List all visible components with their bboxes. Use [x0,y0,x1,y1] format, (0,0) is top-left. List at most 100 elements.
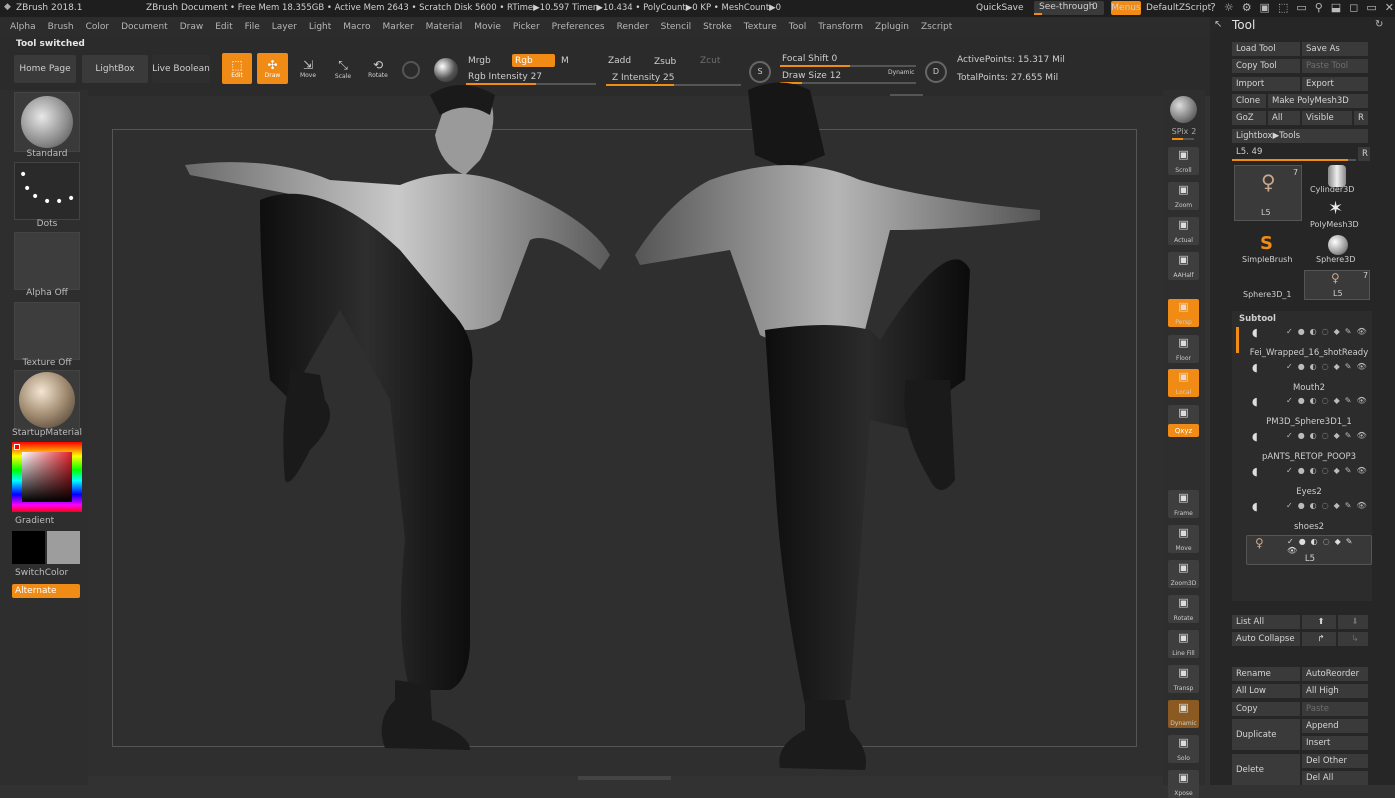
main-color-swatch[interactable] [12,531,45,564]
switch-color-button[interactable]: SwitchColor [15,568,89,578]
spix-control[interactable]: SPix 2 [1163,127,1205,136]
menu-macro[interactable]: Macro [343,22,370,32]
del-all-button[interactable]: Del All [1302,771,1368,785]
arrow-down-button[interactable]: ⬇ [1338,615,1368,629]
material-sphere-icon[interactable] [434,58,458,82]
subtool-toggle-icons[interactable]: ✓●◐◌◆✎👁 [1286,362,1372,371]
zadd-button[interactable]: Zadd [608,56,631,66]
menus-button[interactable]: Menus [1111,1,1141,15]
subtool-toggle-icons[interactable]: ✓●◐◌◆✎👁 [1286,431,1372,440]
palette-refresh-icon[interactable]: ↻ [1375,19,1383,30]
lightbox-button[interactable]: LightBox [82,55,148,83]
shelf-zoom-button[interactable]: ▣ Zoom [1168,182,1199,210]
menu-edit[interactable]: Edit [215,22,232,32]
menu-draw[interactable]: Draw [180,22,204,32]
stroke-thumbnail[interactable]: • • • • • • [14,162,80,220]
tool-slider[interactable] [1232,159,1356,161]
spix-slider[interactable] [1172,138,1194,140]
see-through-slider[interactable]: See-through 0 [1034,1,1104,15]
focal-shift-slider[interactable] [780,65,916,67]
shelf-zoom3d-button[interactable]: ▣ Zoom3D [1168,560,1199,588]
bottom-tray-handle[interactable] [578,776,671,780]
menu-brush[interactable]: Brush [48,22,74,32]
rgb-button[interactable]: Rgb [512,54,555,67]
shelf-scroll-button[interactable]: ▣ Scroll [1168,147,1199,175]
quicksave-button[interactable]: QuickSave [976,3,1024,13]
menu-picker[interactable]: Picker [513,22,540,32]
subtool-name[interactable]: pANTS_RETOP_POOP3 [1246,452,1372,462]
m-button[interactable]: M [561,56,569,66]
subtool-row[interactable]: ◖ ✓●◐◌◆✎👁 [1246,395,1372,410]
insert-button[interactable]: Insert [1302,736,1368,750]
bpr-render-icon[interactable] [1170,96,1197,123]
alternate-button[interactable]: Alternate [12,584,80,598]
subtool-name[interactable]: Mouth2 [1246,383,1372,393]
menu-color[interactable]: Color [86,22,110,32]
shelf-frame-button[interactable]: ▣ Frame [1168,490,1199,518]
shelf-transp-button[interactable]: ▣ Transp [1168,665,1199,693]
auto-collapse-button[interactable]: Auto Collapse [1232,632,1300,646]
subtool-toggle-icons[interactable]: ✓●◐◌◆✎👁 [1287,537,1371,555]
all-low-button[interactable]: All Low [1232,684,1300,698]
duplicate-button[interactable]: Duplicate [1232,719,1300,750]
menu-material[interactable]: Material [426,22,463,32]
shelf-floor-button[interactable]: ▣ Floor [1168,335,1199,363]
subtool-toggle-icons[interactable]: ✓●◐◌◆✎👁 [1286,466,1372,475]
tool-thumb-polymesh[interactable]: ✶ PolyMesh3D [1306,198,1368,234]
menu-render[interactable]: Render [617,22,649,32]
menu-alpha[interactable]: Alpha [10,22,36,32]
shelf-solo-button[interactable]: ▣ Solo [1168,735,1199,763]
menu-transform[interactable]: Transform [818,22,863,32]
copy-button[interactable]: Copy [1232,702,1300,716]
subtool-toggle-icons[interactable]: ✓●◐◌◆✎👁 [1286,327,1372,336]
texture-thumbnail[interactable] [14,302,80,360]
shelf-aahalf-button[interactable]: ▣ AAHalf [1168,252,1199,280]
delete-button[interactable]: Delete [1232,754,1300,785]
subtool-row[interactable]: ◖ ✓●◐◌◆✎👁 [1246,361,1372,376]
auto-reorder-button[interactable]: AutoReorder [1302,667,1368,681]
tool-thumb-sphere3d-1[interactable]: Sphere3D_1 [1243,290,1292,299]
tool-thumb-simplebrush[interactable]: S SimpleBrush [1234,233,1302,269]
menu-layer[interactable]: Layer [272,22,297,32]
subtool-name[interactable]: PM3D_Sphere3D1_1 [1246,417,1372,427]
del-other-button[interactable]: Del Other [1302,754,1368,768]
menu-zplugin[interactable]: Zplugin [875,22,909,32]
shelf-xpose-button[interactable]: ▣ Xpose [1168,770,1199,798]
gizmo-icon[interactable] [402,61,420,79]
move-up-button[interactable]: ↱ [1302,632,1336,646]
subtool-name[interactable]: shoes2 [1246,522,1372,532]
move-down-button[interactable]: ↳ [1338,632,1368,646]
subtool-name[interactable]: Fei_Wrapped_16_shotReady [1246,348,1372,358]
menu-stencil[interactable]: Stencil [661,22,691,32]
lightbox-tools-button[interactable]: Lightbox▶Tools [1232,129,1368,143]
clone-button[interactable]: Clone [1232,94,1266,108]
subtool-row[interactable]: ◖ ✓●◐◌◆✎👁 [1246,465,1372,480]
material-thumbnail[interactable] [14,370,80,430]
rename-button[interactable]: Rename [1232,667,1300,681]
all-high-button[interactable]: All High [1302,684,1368,698]
goz-r-button[interactable]: R [1354,111,1368,125]
xyz-rotate-button[interactable]: Qxyz [1168,424,1199,437]
zcut-button[interactable]: Zcut [700,56,720,66]
import-button[interactable]: Import [1232,77,1300,91]
palette-pin-icon[interactable]: ↖ [1214,19,1222,30]
menu-stroke[interactable]: Stroke [703,22,732,32]
menu-preferences[interactable]: Preferences [552,22,605,32]
menu-movie[interactable]: Movie [474,22,501,32]
paste-button[interactable]: Paste [1302,702,1368,716]
goz-all-button[interactable]: All [1268,111,1300,125]
tool-thumb-l5-small[interactable]: ♀ 7 L5 [1304,270,1370,300]
arrow-up-button[interactable]: ⬆ [1302,615,1336,629]
subtool-row[interactable]: ◖ ✓●◐◌◆✎👁 [1246,500,1372,515]
shelf-move-button[interactable]: ▣ Move [1168,525,1199,553]
subtool-name[interactable]: Eyes2 [1246,487,1372,497]
brush-thumbnail[interactable] [14,92,80,152]
menu-file[interactable]: File [245,22,260,32]
subtool-toggle-icons[interactable]: ✓●◐◌◆✎👁 [1286,501,1372,510]
tool-thumb-l5[interactable]: ♀ 7 L5 [1234,165,1302,221]
color-picker[interactable] [12,442,82,512]
subtool-row[interactable]: ◖ ✓●◐◌◆✎👁 [1246,326,1372,341]
tool-thumb-sphere3d[interactable]: Sphere3D [1306,235,1368,269]
shelf-persp-button[interactable]: ▣ Persp [1168,299,1199,327]
menu-tool[interactable]: Tool [789,22,806,32]
